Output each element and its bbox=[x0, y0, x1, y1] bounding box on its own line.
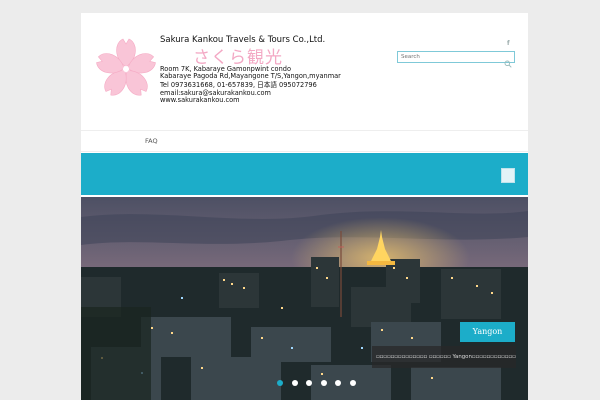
slider-dots bbox=[277, 380, 359, 388]
slider-dot-3[interactable] bbox=[306, 380, 313, 386]
image-slider[interactable] bbox=[81, 197, 528, 400]
slider-dot-2[interactable] bbox=[291, 380, 298, 386]
sakura-logo-icon[interactable] bbox=[93, 35, 159, 101]
slider-dot-4[interactable] bbox=[320, 380, 327, 386]
slider-dot-1[interactable] bbox=[277, 380, 283, 386]
menu-toggle-icon[interactable] bbox=[501, 168, 515, 183]
site-header: Sakura Kankou Travels & Tours Co.,Ltd. さ… bbox=[81, 13, 528, 130]
nav-item-faq[interactable]: FAQ bbox=[145, 137, 158, 145]
slide-caption-title: Yangon bbox=[460, 322, 515, 342]
search-box bbox=[397, 51, 515, 68]
facebook-icon[interactable]: f bbox=[507, 40, 510, 47]
search-input[interactable] bbox=[401, 52, 501, 62]
website-url: www.sakurakankou.com bbox=[160, 96, 240, 104]
phone-numbers: Tel 0973631668, 01-657839, 日本語 095072796 bbox=[160, 81, 317, 89]
search-icon[interactable] bbox=[504, 53, 512, 68]
slider-dot-6[interactable] bbox=[349, 380, 356, 386]
accent-bar bbox=[81, 153, 528, 195]
address-line-2: Kabaraye Pagoda Rd,Mayangone T/S,Yangon,… bbox=[160, 72, 341, 80]
slider-dot-5[interactable] bbox=[335, 380, 342, 386]
page-container: Sakura Kankou Travels & Tours Co.,Ltd. さ… bbox=[81, 13, 528, 400]
yangon-night-photo bbox=[81, 197, 528, 400]
main-nav: FAQ bbox=[81, 130, 528, 152]
slide-caption-text: ▫▫▫▫▫▫▫▫▫▫▫▫▫▫ ▫▫▫▫▫▫ Yangon▫▫▫▫▫▫▫▫▫▫▫▫… bbox=[372, 346, 516, 368]
